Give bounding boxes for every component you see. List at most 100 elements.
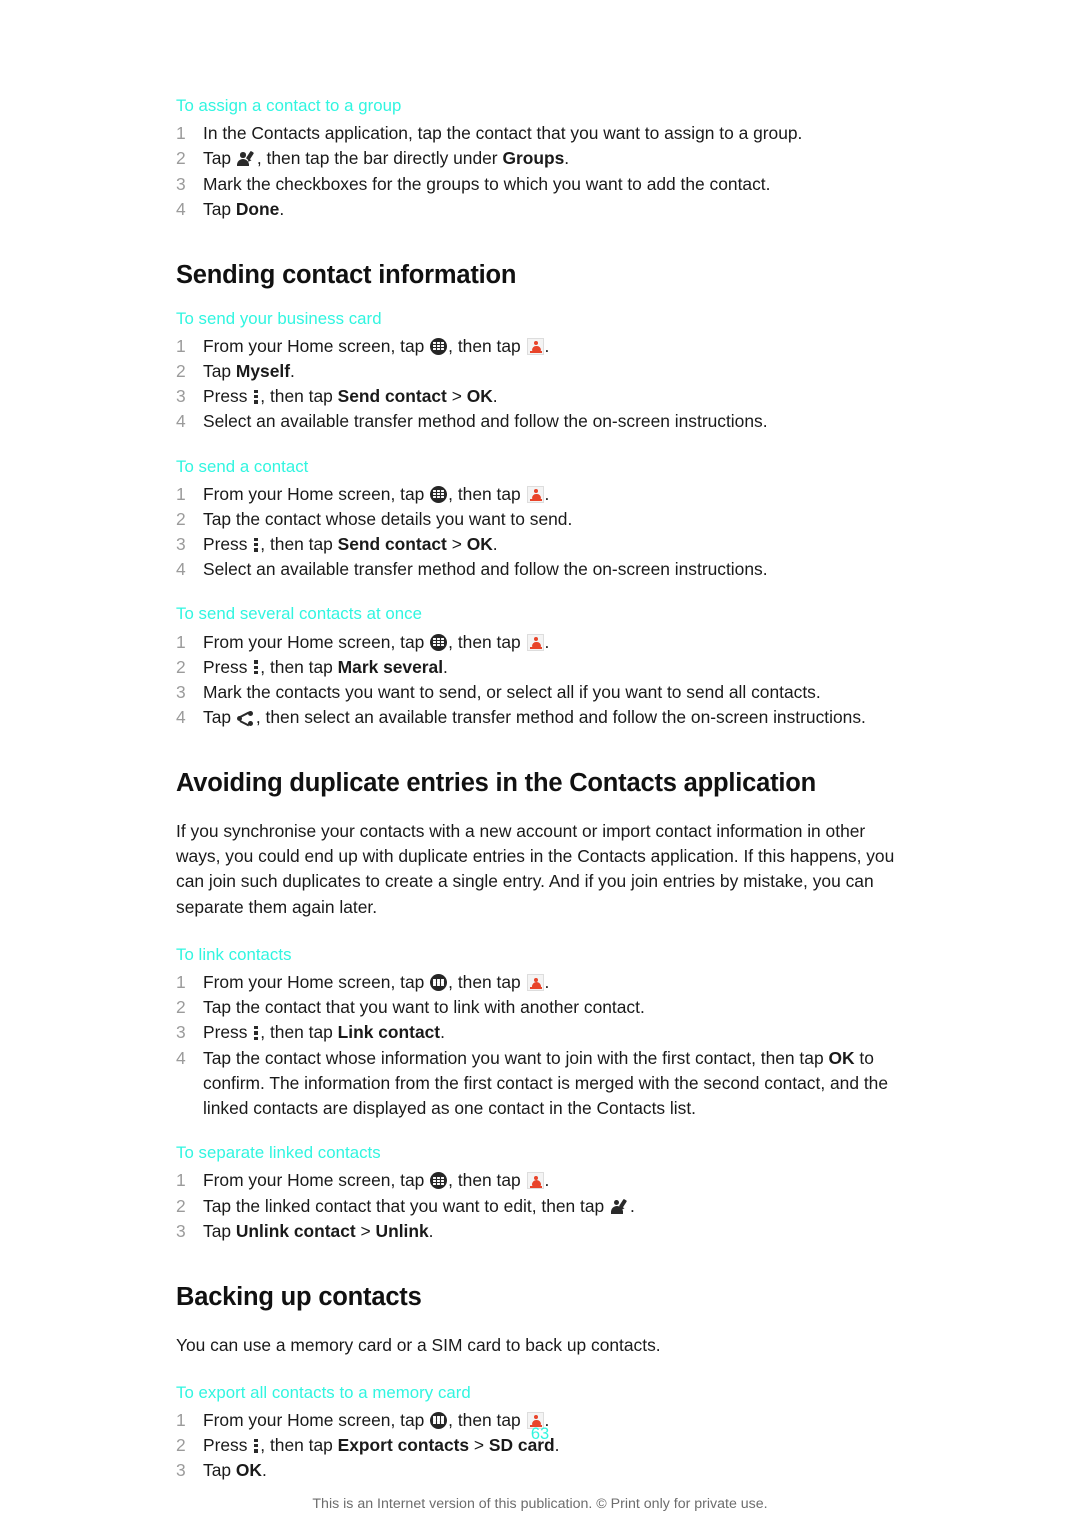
emphasis-text: OK <box>466 386 493 407</box>
procedure-step-list: From your Home screen, tap , then tap .T… <box>176 334 906 435</box>
footer-copyright-note: This is an Internet version of this publ… <box>312 1496 768 1512</box>
emphasis-text: Send contact <box>337 386 447 407</box>
step-text: . <box>544 483 550 504</box>
step-text: . <box>544 972 550 992</box>
contacts-icon <box>526 974 544 991</box>
step-text: Tap the linked contact that you want to … <box>203 1195 610 1216</box>
emphasis-text: Send contact <box>337 534 447 555</box>
step-text: . <box>440 1022 445 1043</box>
step-text: Tap <box>203 360 236 381</box>
procedure-step-list: From your Home screen, tap , then tap .T… <box>176 482 906 583</box>
step-text: > <box>355 1220 376 1241</box>
procedure-subheading: To send several contacts at once <box>176 604 423 624</box>
step-text: From your Home screen, tap <box>203 483 430 504</box>
overflow-menu-icon <box>253 389 259 404</box>
step-text: . <box>544 335 550 356</box>
step-text: , then tap <box>448 1170 526 1191</box>
step-text: Press <box>203 534 253 555</box>
procedure-step: Press , then tap Send contact > OK. <box>176 384 906 409</box>
section-send-several-contacts: To send several contacts at once From you… <box>176 604 906 730</box>
share-icon <box>236 711 255 726</box>
procedure-step: Tap the contact whose information you wa… <box>176 1046 906 1122</box>
step-text: Mark the checkboxes for the groups to wh… <box>203 173 771 194</box>
app-drawer-icon <box>430 337 448 355</box>
contacts-icon <box>526 485 544 503</box>
step-text: . <box>443 656 448 677</box>
procedure-step: Tap the contact whose details you want t… <box>176 507 906 532</box>
step-text: Press <box>203 1022 253 1043</box>
step-text: Tap <box>203 198 236 219</box>
app-drawer-icon <box>430 633 448 651</box>
step-text: Tap <box>203 148 236 169</box>
overflow-menu-icon <box>253 537 259 552</box>
step-text: , then tap the bar directly under <box>256 148 503 169</box>
section-backing-up-contacts: Backing up contacts You can use a memory … <box>176 1283 906 1484</box>
emphasis-text: OK <box>235 1460 262 1481</box>
step-text: . <box>492 534 498 555</box>
section-heading: Avoiding duplicate entries in the Contac… <box>176 769 816 798</box>
procedure-subheading: To assign a contact to a group <box>176 96 402 115</box>
contacts-icon <box>526 337 544 355</box>
overflow-menu-icon <box>253 660 259 675</box>
step-text: . <box>630 1195 635 1216</box>
step-text: , then tap <box>260 534 338 555</box>
step-text: , then tap <box>260 1022 338 1043</box>
step-text: . <box>261 1460 267 1481</box>
step-text: From your Home screen, tap <box>203 335 430 356</box>
procedure-step-list: In the Contacts application, tap the con… <box>176 121 906 222</box>
procedure-step-list: From your Home screen, tap , then tap .T… <box>176 970 906 1121</box>
section-separate-linked-contacts: To separate linked contacts From your Hom… <box>176 1143 906 1244</box>
step-text: Press <box>203 656 253 677</box>
step-text: , then tap <box>448 631 526 652</box>
emphasis-text: Unlink contact <box>235 1220 356 1241</box>
step-text: Press <box>203 386 253 407</box>
app-drawer-icon <box>430 1172 448 1190</box>
edit-contact-icon <box>237 151 256 167</box>
procedure-subheading: To send a contact <box>176 456 309 476</box>
procedure-step: Tap Done. <box>176 197 906 222</box>
emphasis-text: Mark several <box>337 656 444 677</box>
procedure-step: Press , then tap Link contact. <box>176 1020 906 1045</box>
step-text: Select an available transfer method and … <box>203 559 768 580</box>
section-paragraph: You can use a memory card or a SIM card … <box>176 1334 661 1355</box>
app-drawer-icon <box>430 485 448 503</box>
procedure-subheading: To export all contacts to a memory card <box>176 1382 471 1402</box>
procedure-step: From your Home screen, tap , then tap . <box>176 334 906 359</box>
procedure-step: Tap , then tap the bar directly under Gr… <box>176 146 906 171</box>
procedure-step: In the Contacts application, tap the con… <box>176 121 906 146</box>
procedure-step: Mark the contacts you want to send, or s… <box>176 680 906 705</box>
step-text: , then tap <box>260 656 338 677</box>
step-text: . <box>544 1170 550 1191</box>
procedure-step-list: From your Home screen, tap , then tap .P… <box>176 1408 906 1484</box>
contacts-icon <box>526 1172 544 1190</box>
procedure-step: Tap OK. <box>176 1458 906 1483</box>
step-text: > <box>446 386 467 407</box>
app-drawer-icon <box>430 974 448 991</box>
procedure-subheading: To send your business card <box>176 308 382 328</box>
procedure-step-list: From your Home screen, tap , then tap .P… <box>176 630 906 731</box>
emphasis-text: OK <box>466 534 493 555</box>
step-text: Tap the contact whose details you want t… <box>203 508 573 529</box>
step-text: From your Home screen, tap <box>203 1170 430 1191</box>
step-text: Tap <box>203 1220 236 1241</box>
procedure-step: Tap the contact that you want to link wi… <box>176 995 906 1020</box>
step-text: . <box>428 1220 434 1241</box>
emphasis-text: OK <box>828 1047 855 1068</box>
step-text: . <box>290 360 295 381</box>
edit-contact-icon <box>610 1198 629 1215</box>
step-text: , then tap <box>448 972 526 992</box>
procedure-step: From your Home screen, tap , then tap . <box>176 970 906 995</box>
section-assign-contact-group: To assign a contact to a group In the Con… <box>176 96 906 222</box>
section-avoiding-duplicates: Avoiding duplicate entries in the Contac… <box>176 769 906 1121</box>
section-send-a-contact: To send a contact From your Home screen, … <box>176 457 906 583</box>
overflow-menu-icon <box>253 1025 259 1040</box>
section-sending-contact-information: Sending contact information To send your … <box>176 261 906 435</box>
section-heading: Sending contact information <box>176 260 517 289</box>
procedure-step: Press , then tap Mark several. <box>176 655 906 680</box>
emphasis-text: Link contact <box>337 1022 441 1043</box>
procedure-step: From your Home screen, tap , then tap . <box>176 482 906 507</box>
procedure-subheading: To separate linked contacts <box>176 1143 381 1163</box>
procedure-step: From your Home screen, tap , then tap . <box>176 630 906 655</box>
manual-page: To assign a contact to a group In the Con… <box>0 0 1080 1527</box>
emphasis-text: Done <box>235 198 280 219</box>
